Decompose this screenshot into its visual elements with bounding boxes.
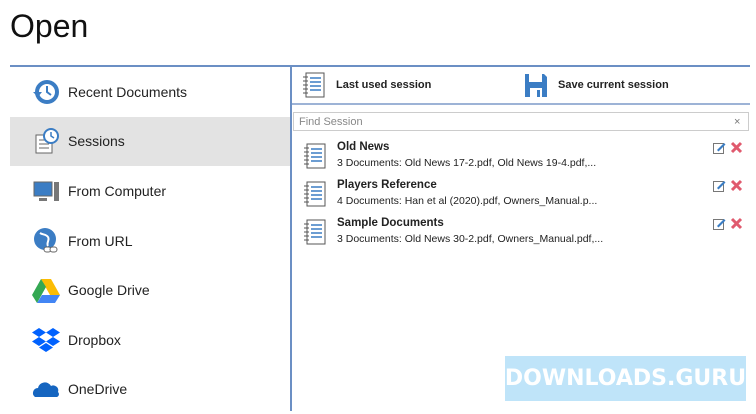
session-list: Old News 3 Documents: Old News 17-2.pdf, … [293,138,749,252]
sidebar-item-from-computer[interactable]: From Computer [10,166,290,216]
computer-icon [33,181,59,201]
save-icon [525,74,547,97]
clear-search-icon[interactable]: × [734,116,748,128]
sidebar-item-label: From Computer [68,182,167,199]
session-name: Old News [337,141,390,153]
sidebar-item-onedrive[interactable]: OneDrive [10,365,290,414]
search-input[interactable] [299,115,734,128]
sidebar-item-dropbox[interactable]: Dropbox [10,315,290,365]
find-session-search: × [293,112,749,131]
session-description: 3 Documents: Old News 17-2.pdf, Old News… [337,157,597,169]
save-current-session-button[interactable]: Save current session [514,72,669,98]
sidebar-item-label: Sessions [68,133,125,150]
sidebar-item-label: Recent Documents [68,83,188,100]
last-used-session-button[interactable]: Last used session [292,72,514,98]
notebook-icon [304,143,326,169]
delete-icon[interactable] [730,179,743,192]
sidebar-item-from-url[interactable]: From URL [10,216,290,266]
sidebar-item-google-drive[interactable]: Google Drive [10,265,290,315]
delete-icon[interactable] [730,217,743,230]
dropbox-icon [32,327,60,352]
sidebar-item-label: Dropbox [68,331,121,348]
notebook-icon [303,72,325,98]
session-name: Sample Documents [337,217,444,229]
google-drive-icon [32,279,60,304]
session-toolbar: Last used session Save current session [292,67,750,103]
globe-link-icon [34,227,58,253]
session-description: 4 Documents: Han et al (2020).pdf, Owner… [337,195,598,207]
sidebar: Recent Documents Sessions From Computer … [10,67,290,414]
sidebar-item-sessions[interactable]: Sessions [10,116,290,167]
page-title: Open [10,8,89,44]
onedrive-icon [33,382,59,398]
delete-icon[interactable] [730,141,743,154]
notebook-icon [304,181,326,207]
list-item[interactable]: Old News 3 Documents: Old News 17-2.pdf, … [293,138,749,176]
list-item[interactable]: Players Reference 4 Documents: Han et al … [293,176,749,214]
sidebar-item-recent-documents[interactable]: Recent Documents [10,67,290,117]
list-item[interactable]: Sample Documents 3 Documents: Old News 30… [293,214,749,252]
clock-history-icon [33,79,59,104]
sidebar-item-label: From URL [68,232,133,249]
sessions-icon [35,128,59,154]
notebook-icon [304,219,326,245]
edit-icon[interactable] [713,141,726,154]
divider [292,103,750,105]
divider [290,66,292,411]
watermark-logo: DOWNLOADS.GURU [505,356,746,401]
sidebar-item-label: Google Drive [68,282,150,299]
session-description: 3 Documents: Old News 30-2.pdf, Owners_M… [337,233,604,245]
session-name: Players Reference [337,179,437,191]
sidebar-item-label: OneDrive [68,381,128,398]
edit-icon[interactable] [713,217,726,230]
edit-icon[interactable] [713,179,726,192]
